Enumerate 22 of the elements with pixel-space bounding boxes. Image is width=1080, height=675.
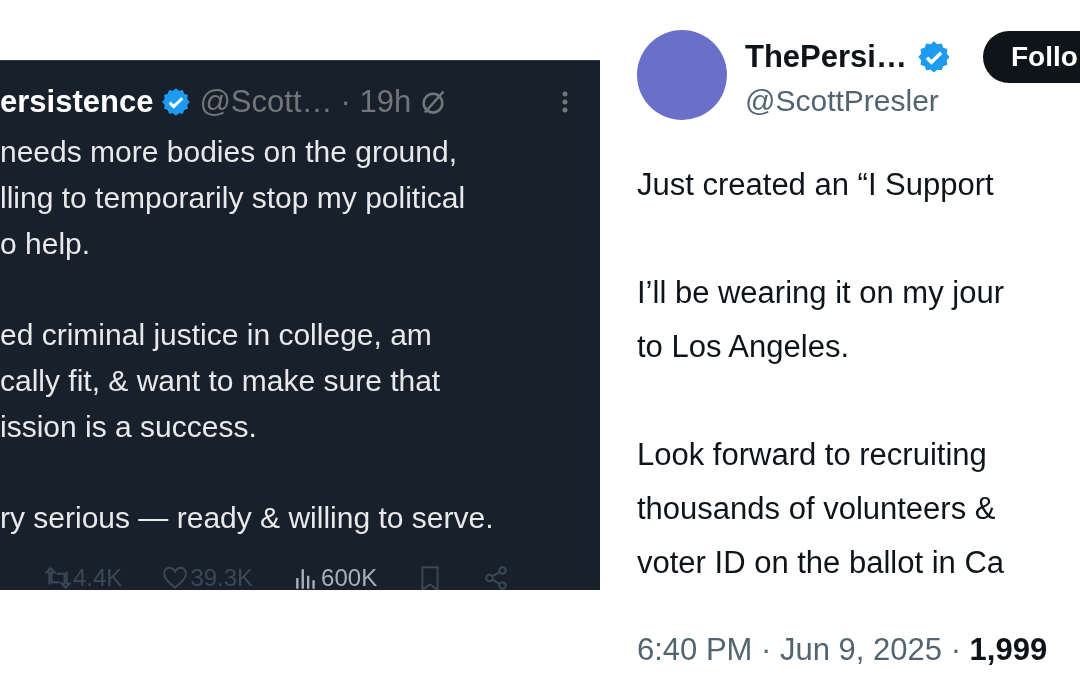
post-text-line: lling to temporarily stop my political (0, 180, 466, 216)
post-text-line: needs more bodies on the ground, (0, 134, 457, 170)
post-text-line: ry serious — ready & willing to serve. (0, 500, 494, 536)
post-text-line: Just created an “I Support (637, 166, 994, 204)
post-text-line: voter ID on the ballot in Ca (637, 544, 1005, 582)
post-text-line: ed criminal justice in college, am (0, 317, 432, 353)
post-text-line: to Los Angeles. (637, 328, 849, 366)
post-time: · 19h (340, 84, 412, 120)
post-text-line: Look forward to recruiting (637, 436, 987, 474)
stat-count: 600K (321, 564, 378, 590)
more-options-icon[interactable] (562, 89, 568, 115)
post-text-line: thousands of volunteers & (637, 490, 996, 528)
post-text-line: I’ll be wearing it on my jour (637, 274, 1004, 312)
post-timestamp: 6:40 PM · Jun 9, 2025 · 1,999 (637, 632, 1049, 668)
post-text-line: cally fit, & want to make sure that (0, 363, 441, 399)
post-text-line: o help. (0, 226, 91, 262)
author-handle[interactable]: @ScottPresler (745, 84, 1080, 118)
author-name[interactable]: ThePersi… (745, 39, 907, 75)
author-name[interactable]: ersistence (0, 84, 154, 120)
post-text-line: ission is a success. (0, 409, 257, 445)
follow-button[interactable]: Follo (982, 31, 1080, 83)
author-handle[interactable]: @Scott… (199, 84, 333, 120)
